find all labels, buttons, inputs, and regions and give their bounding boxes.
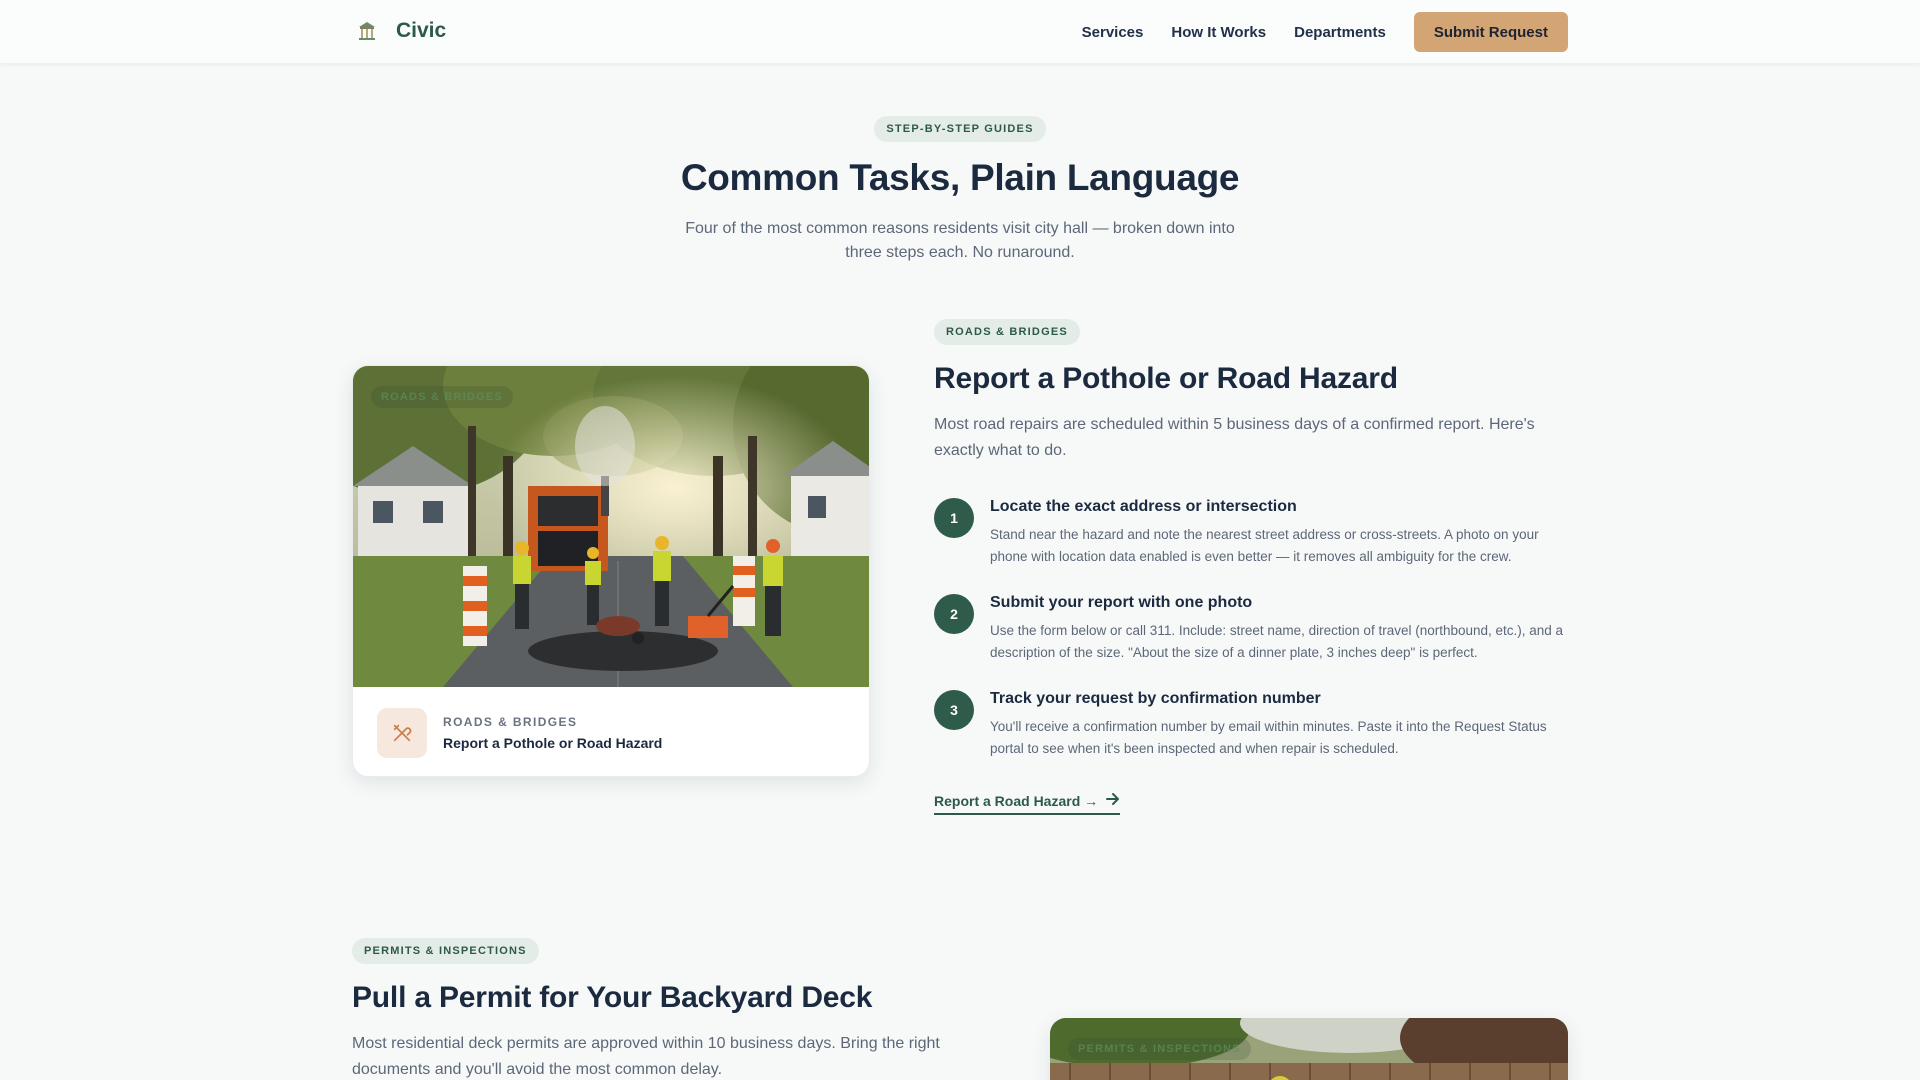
arrow-right-icon [1106,792,1120,809]
task-detail-roads: ROADS & BRIDGES Report a Pothole or Road… [934,319,1568,815]
brand[interactable]: Civic [352,16,446,46]
step-text: Stand near the hazard and note the neare… [990,527,1539,564]
task-lead: Most road repairs are scheduled within 5… [934,416,1535,459]
category-pill: ROADS & BRIDGES [934,319,1080,345]
step-text: Use the form below or call 311. Include:… [990,623,1564,660]
step-title: Track your request by confirmation numbe… [990,690,1321,707]
report-road-hazard-link[interactable]: Report a Road Hazard → [934,792,1121,815]
step-title: Submit your report with one photo [990,594,1253,611]
site-header: Civic Services How It Works Departments … [0,0,1920,64]
task-detail-permits: PERMITS & INSPECTIONS Pull a Permit for … [352,938,992,1080]
step-title: Locate the exact address or intersection [990,498,1297,515]
task-card-permits[interactable]: PERMITS & INSPECTIONS [1050,1018,1568,1080]
step-number: 1 [934,498,974,538]
intro-section: STEP-BY-STEP GUIDES Common Tasks, Plain … [0,116,1920,265]
nav-how-it-works[interactable]: How It Works [1171,24,1266,41]
card-title: Report a Pothole or Road Hazard [443,734,663,751]
tools-icon [377,707,427,758]
step-list: 1 Locate the exact address or intersecti… [934,498,1568,760]
submit-request-button[interactable]: Submit Request [1413,12,1568,52]
brand-name: Civic [396,19,447,42]
step-number: 3 [934,690,974,730]
task-lead: Most residential deck permits are approv… [352,1035,940,1078]
cta-label: Report a Road Hazard → [934,792,1099,809]
photo-category-tag: PERMITS & INSPECTIONS [1068,1038,1251,1060]
nav-departments[interactable]: Departments [1294,24,1386,41]
step-text: You'll receive a confirmation number by … [990,719,1547,756]
section-pill: STEP-BY-STEP GUIDES [874,116,1046,142]
card-footer: ROADS & BRIDGES Report a Pothole or Road… [353,687,869,776]
card-category: ROADS & BRIDGES [443,714,578,729]
page-subtitle: Four of the most common reasons resident… [685,220,1235,261]
step-item: 3 Track your request by confirmation num… [934,690,1568,760]
step-number: 2 [934,594,974,634]
road-repair-photo: ROADS & BRIDGES [353,366,869,687]
task-title: Report a Pothole or Road Hazard [934,362,1398,395]
step-item: 2 Submit your report with one photo Use … [934,594,1568,664]
category-pill: PERMITS & INSPECTIONS [352,938,539,964]
task-card-roads[interactable]: ROADS & BRIDGES ROADS & BRIDGES Report a… [352,365,870,777]
city-hall-icon [352,16,382,46]
road-repair-illustration [353,366,869,687]
task-title: Pull a Permit for Your Backyard Deck [352,981,873,1014]
step-item: 1 Locate the exact address or intersecti… [934,498,1568,568]
nav-services[interactable]: Services [1082,24,1144,41]
page-title: Common Tasks, Plain Language [680,157,1240,198]
main-nav: Services How It Works Departments Submit… [1082,12,1568,52]
photo-category-tag: ROADS & BRIDGES [371,386,513,408]
